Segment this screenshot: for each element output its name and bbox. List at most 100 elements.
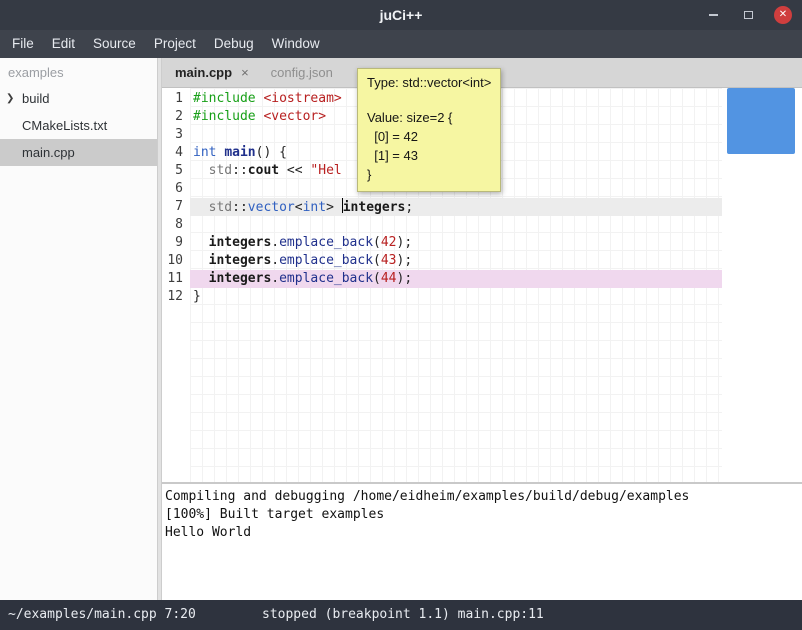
editor-line[interactable]: 10 integers.emplace_back(43); [162, 252, 722, 270]
editor-line[interactable]: 11 integers.emplace_back(44); [162, 270, 722, 288]
line-number[interactable]: 10 [162, 252, 190, 270]
tooltip-type-line: Type: std::vector<int> [367, 74, 491, 92]
tooltip-value-line: [0] = 42 [367, 127, 491, 146]
code-token: int [193, 145, 216, 160]
code-token: #include [193, 91, 256, 106]
window-title: juCi++ [0, 0, 802, 30]
line-number[interactable]: 12 [162, 288, 190, 306]
tab-config-json[interactable]: config.json [260, 58, 344, 88]
code-token: std [209, 163, 232, 178]
code-token [193, 271, 209, 286]
code-token: integers [209, 271, 272, 286]
editor-line[interactable]: 12} [162, 288, 722, 306]
code-token: "Hel [310, 163, 341, 178]
status-bar: ~/examples/main.cpp 7:20 stopped (breakp… [0, 600, 802, 630]
minimize-icon [709, 14, 718, 16]
tree-item-label: CMakeLists.txt [22, 118, 107, 133]
restore-button[interactable] [739, 6, 757, 24]
tooltip-values: Value: size=2 { [0] = 42 [1] = 43} [367, 108, 491, 184]
code-token: ( [373, 271, 381, 286]
sidebar-item-cmakelists-txt[interactable]: CMakeLists.txt [0, 112, 157, 139]
tree-item-label: main.cpp [22, 145, 75, 160]
output-line: Hello World [165, 524, 799, 542]
main-pane: main.cpp× config.json 1#include <iostream… [162, 58, 802, 600]
code-token: ); [397, 253, 413, 268]
line-number[interactable]: 2 [162, 108, 190, 126]
code-line: integers.emplace_back(42); [190, 234, 722, 252]
code-token: :: [232, 163, 248, 178]
file-tree: ❯build CMakeLists.txt main.cpp [0, 85, 157, 166]
menu-window[interactable]: Window [263, 30, 329, 58]
editor-line[interactable]: 9 integers.emplace_back(42); [162, 234, 722, 252]
code-token: ); [397, 271, 413, 286]
close-icon: ✕ [779, 6, 787, 24]
menu-file[interactable]: File [3, 30, 43, 58]
close-button[interactable]: ✕ [774, 6, 792, 24]
code-line: std::vector<int> integers; [190, 198, 722, 216]
minimize-button[interactable] [704, 6, 722, 24]
line-number[interactable]: 8 [162, 216, 190, 234]
code-token: integers [209, 253, 272, 268]
code-token: <vector> [263, 109, 326, 124]
window-controls: ✕ [704, 0, 792, 30]
code-line: integers.emplace_back(43); [190, 252, 722, 270]
menu-project[interactable]: Project [145, 30, 205, 58]
code-token: emplace_back [279, 271, 373, 286]
code-token: emplace_back [279, 253, 373, 268]
line-number[interactable]: 7 [162, 198, 190, 216]
code-token: #include [193, 109, 256, 124]
scrollbar-thumb[interactable] [727, 88, 795, 154]
output-line: Compiling and debugging /home/eidheim/ex… [165, 488, 799, 506]
line-number[interactable]: 9 [162, 234, 190, 252]
status-debug-state: stopped (breakpoint 1.1) main.cpp:11 [262, 600, 544, 630]
sidebar-header: examples [0, 58, 157, 85]
line-number[interactable]: 5 [162, 162, 190, 180]
code-token: integers [343, 200, 406, 215]
code-token: int [303, 200, 326, 215]
code-token: ; [405, 200, 413, 215]
line-number[interactable]: 1 [162, 90, 190, 108]
editor-scroll-area [722, 88, 802, 482]
code-token: <iostream> [263, 91, 341, 106]
code-token: } [193, 289, 201, 304]
code-token: vector [248, 200, 295, 215]
tooltip-value-line: Value: size=2 { [367, 108, 491, 127]
output-line: [100%] Built target examples [165, 506, 799, 524]
output-terminal[interactable]: Compiling and debugging /home/eidheim/ex… [162, 484, 802, 600]
menu-debug[interactable]: Debug [205, 30, 263, 58]
tab-label: config.json [271, 65, 333, 80]
line-number[interactable]: 3 [162, 126, 190, 144]
tab-main-cpp[interactable]: main.cpp× [164, 58, 260, 88]
code-token: integers [209, 235, 272, 250]
code-token: . [271, 253, 279, 268]
code-token: ( [373, 253, 381, 268]
code-token: > [326, 200, 342, 215]
sidebar: examples ❯build CMakeLists.txt main.cpp [0, 58, 157, 600]
status-file-position: ~/examples/main.cpp 7:20 [8, 600, 196, 630]
menu-source[interactable]: Source [84, 30, 145, 58]
code-token [193, 253, 209, 268]
code-token: < [295, 200, 303, 215]
line-number[interactable]: 6 [162, 180, 190, 198]
editor-line[interactable]: 7 std::vector<int> integers; [162, 198, 722, 216]
code-token [193, 163, 209, 178]
chevron-right-icon[interactable]: ❯ [6, 93, 14, 104]
code-token: emplace_back [279, 235, 373, 250]
tooltip-value-line: [1] = 43 [367, 146, 491, 165]
code-token: 44 [381, 271, 397, 286]
code-token: cout [248, 163, 279, 178]
code-token: :: [232, 200, 248, 215]
code-token: std [209, 200, 232, 215]
editor-line[interactable]: 8 [162, 216, 722, 234]
menu-edit[interactable]: Edit [43, 30, 84, 58]
code-token: ); [397, 235, 413, 250]
line-number[interactable]: 4 [162, 144, 190, 162]
sidebar-item-main-cpp[interactable]: main.cpp [0, 139, 157, 166]
debug-tooltip: Type: std::vector<int> Value: size=2 { [… [357, 68, 501, 192]
menu-bar: FileEditSourceProjectDebugWindow [0, 30, 802, 58]
line-number[interactable]: 11 [162, 270, 190, 288]
titlebar[interactable]: juCi++ ✕ [0, 0, 802, 30]
sidebar-item-build[interactable]: ❯build [0, 85, 157, 112]
close-tab-icon[interactable]: × [241, 65, 249, 80]
code-token: . [271, 235, 279, 250]
